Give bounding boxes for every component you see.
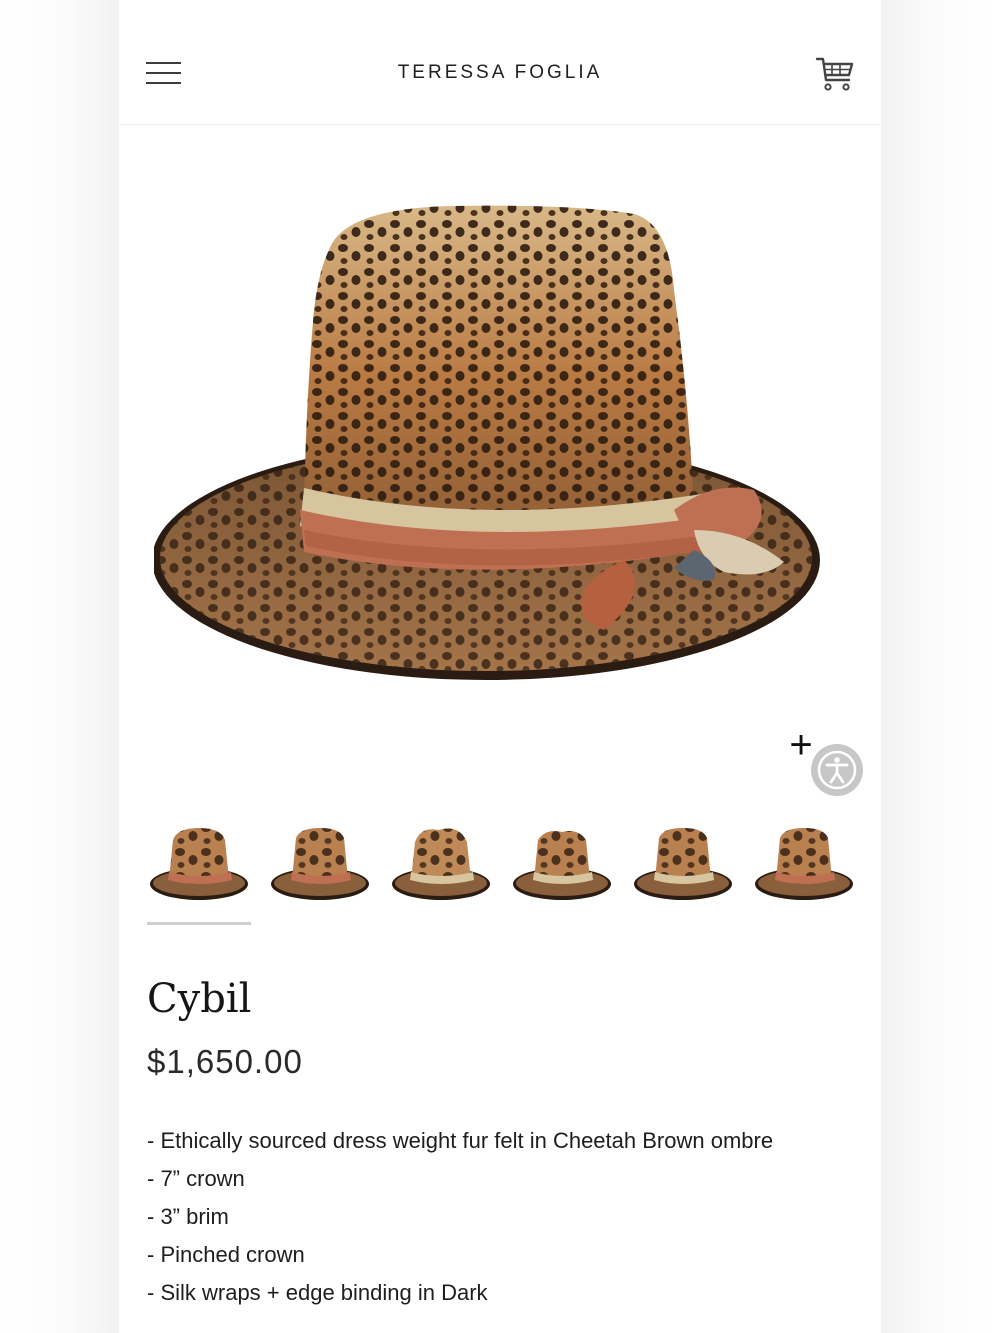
thumbnail-3[interactable] bbox=[389, 822, 493, 906]
accessibility-button[interactable] bbox=[811, 744, 863, 796]
thumbnail-4[interactable] bbox=[510, 822, 614, 906]
description-line: - Pinched crown bbox=[147, 1242, 305, 1267]
page-shadow-left bbox=[0, 0, 120, 1333]
site-header: TERESSA FOGLIA bbox=[119, 0, 881, 125]
product-price: $1,650.00 bbox=[147, 1043, 303, 1080]
description-line: - Ethically sourced dress weight fur fel… bbox=[147, 1128, 774, 1153]
description-line: - 7” crown bbox=[147, 1166, 245, 1191]
thumbnail-gallery bbox=[147, 822, 853, 912]
product-description: - Ethically sourced dress weight fur fel… bbox=[147, 1122, 867, 1312]
shopping-cart-icon[interactable] bbox=[815, 54, 855, 94]
thumbnail-5[interactable] bbox=[631, 822, 735, 906]
brand-logo[interactable]: TERESSA FOGLIA bbox=[119, 62, 881, 84]
product-main-image[interactable] bbox=[154, 170, 844, 710]
thumbnail-6[interactable] bbox=[752, 822, 856, 906]
page-shadow-right bbox=[880, 0, 1000, 1333]
product-page: TERESSA FOGLIA + Cybil $1,650.00 - Ethic… bbox=[119, 0, 881, 1333]
selected-thumbnail-indicator bbox=[147, 922, 251, 925]
thumbnail-1[interactable] bbox=[147, 822, 251, 906]
description-line: - 3” brim bbox=[147, 1204, 229, 1229]
accessibility-person-icon bbox=[817, 750, 857, 790]
product-title: Cybil bbox=[147, 976, 252, 1022]
description-line: - Silk wraps + edge binding in Dark bbox=[147, 1280, 488, 1305]
thumbnail-2[interactable] bbox=[268, 822, 372, 906]
